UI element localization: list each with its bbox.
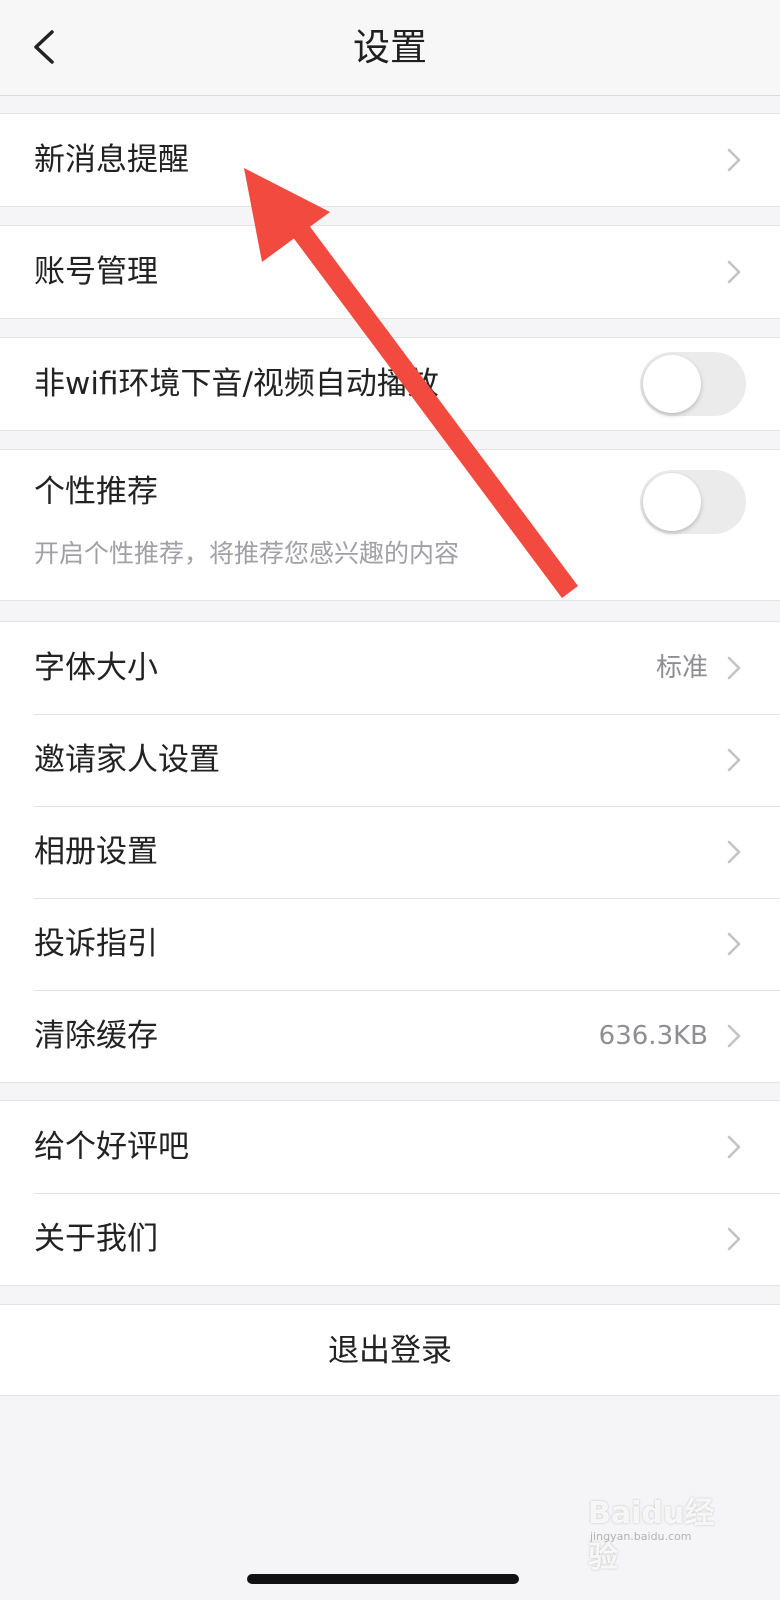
row-label: 邀请家人设置 <box>34 742 220 778</box>
toggle-knob <box>643 355 701 413</box>
row-new-message-alert[interactable]: 新消息提醒 <box>0 114 780 206</box>
chevron-right-icon <box>727 1227 741 1251</box>
settings-group-notifications: 新消息提醒 <box>0 113 780 207</box>
row-label: 账号管理 <box>34 254 158 290</box>
row-label: 清除缓存 <box>34 1018 158 1054</box>
chevron-right-icon <box>727 656 741 680</box>
baidu-watermark: Baidu经验 jingyan.baidu.com <box>588 1480 738 1575</box>
row-label: 字体大小 <box>34 650 158 686</box>
row-label: 个性推荐 <box>34 474 158 510</box>
personalized-recommendation-toggle[interactable] <box>640 470 746 534</box>
logout-button[interactable]: 退出登录 <box>0 1304 780 1396</box>
toggle-knob <box>643 473 701 531</box>
settings-group-about: 给个好评吧 关于我们 <box>0 1100 780 1286</box>
chevron-right-icon <box>727 1135 741 1159</box>
chevron-right-icon <box>727 840 741 864</box>
row-album-settings[interactable]: 相册设置 <box>0 806 780 898</box>
row-complaint-guide[interactable]: 投诉指引 <box>0 898 780 990</box>
cache-size-value: 636.3KB <box>598 1021 708 1051</box>
row-label: 相册设置 <box>34 834 158 870</box>
home-indicator <box>247 1574 519 1584</box>
row-label: 给个好评吧 <box>34 1129 189 1165</box>
row-font-size[interactable]: 字体大小 标准 <box>0 622 780 714</box>
row-subtitle: 开启个性推荐，将推荐您感兴趣的内容 <box>34 539 460 568</box>
row-invite-family[interactable]: 邀请家人设置 <box>0 714 780 806</box>
row-account-management[interactable]: 账号管理 <box>0 226 780 318</box>
chevron-right-icon <box>727 260 741 284</box>
settings-group-autoplay: 非wifi环境下音/视频自动播放 <box>0 337 780 431</box>
row-rate-us[interactable]: 给个好评吧 <box>0 1101 780 1193</box>
settings-group-account: 账号管理 <box>0 225 780 319</box>
chevron-right-icon <box>727 148 741 172</box>
row-label: 投诉指引 <box>34 926 158 962</box>
row-label: 非wifi环境下音/视频自动播放 <box>34 366 439 402</box>
row-label: 新消息提醒 <box>34 142 189 178</box>
chevron-right-icon <box>727 1024 741 1048</box>
watermark-sub: jingyan.baidu.com <box>590 1530 692 1543</box>
settings-group-general: 字体大小 标准 邀请家人设置 相册设置 投诉指引 清除缓存 636.3KB <box>0 621 780 1083</box>
chevron-right-icon <box>727 932 741 956</box>
font-size-value: 标准 <box>655 653 708 683</box>
row-about-us[interactable]: 关于我们 <box>0 1193 780 1285</box>
page-title: 设置 <box>353 26 427 69</box>
autoplay-toggle[interactable] <box>640 352 746 416</box>
row-label: 关于我们 <box>34 1221 158 1257</box>
navigation-bar: 设置 <box>0 0 780 96</box>
chevron-right-icon <box>727 748 741 772</box>
row-autoplay-non-wifi: 非wifi环境下音/视频自动播放 <box>0 338 780 430</box>
row-clear-cache[interactable]: 清除缓存 636.3KB <box>0 990 780 1082</box>
settings-group-recommendation: 个性推荐 开启个性推荐，将推荐您感兴趣的内容 <box>0 449 780 601</box>
